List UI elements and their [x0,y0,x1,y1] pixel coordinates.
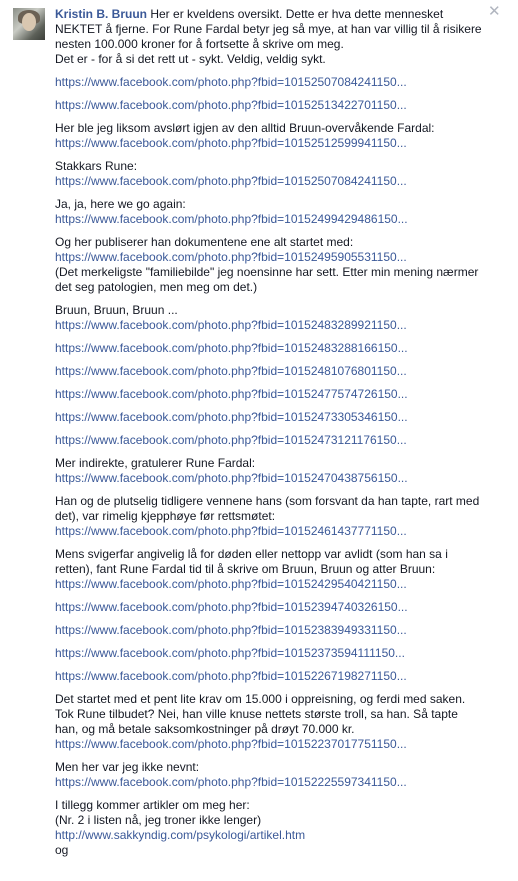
paragraph-text: Mens svigerfar angivelig lå for døden el… [55,547,448,561]
photo-link[interactable]: https://www.facebook.com/photo.php?fbid=… [55,646,495,661]
photo-link[interactable]: https://www.facebook.com/photo.php?fbid=… [55,410,495,425]
paragraph-text: Her ble jeg liksom avslørt igjen av den … [55,121,435,135]
paragraph-text: Og her publiserer han dokumentene ene al… [55,235,354,249]
paragraph-text: Stakkars Rune: [55,159,138,173]
photo-link[interactable]: https://www.facebook.com/photo.php?fbid=… [55,212,495,227]
paragraph-text: det), var rimelig kjepphøye før rettsmøt… [55,509,276,523]
photo-link[interactable]: https://www.facebook.com/photo.php?fbid=… [55,623,495,638]
article-link[interactable]: http://www.sakkyndig.com/psykologi/artik… [55,828,495,843]
photo-link[interactable]: https://www.facebook.com/photo.php?fbid=… [55,577,495,592]
photo-link[interactable]: https://www.facebook.com/photo.php?fbid=… [55,471,495,486]
photo-link[interactable]: https://www.facebook.com/photo.php?fbid=… [55,433,495,448]
avatar-face [22,13,36,31]
intro-paragraph: Kristin B. Bruun Her er kveldens oversik… [55,7,495,67]
intro-first-line: Kristin B. Bruun Her er kveldens oversik… [55,7,495,22]
paragraph-text: Han og de plutselig tidligere vennene ha… [55,494,480,508]
paragraph-text: (Nr. 2 i listen nå, jeg troner ikke leng… [55,813,262,827]
paragraph-text: Bruun, Bruun, Bruun ... [55,303,178,317]
paragraph-text: Men her var jeg ikke nevnt: [55,760,200,774]
photo-link[interactable]: https://www.facebook.com/photo.php?fbid=… [55,387,495,402]
photo-link[interactable]: https://www.facebook.com/photo.php?fbid=… [55,250,495,265]
intro-line: NEKTET å fjerne. For Rune Fardal betyr j… [55,22,482,36]
photo-link[interactable]: https://www.facebook.com/photo.php?fbid=… [55,341,495,356]
paragraph-text: I tillegg kommer artikler om meg her: [55,798,250,812]
comment: ✕ Kristin B. Bruun Her er kveldens overs… [0,0,518,881]
author-name[interactable]: Kristin B. Bruun [55,7,147,21]
paragraph-text: Tok Rune tilbudet? Nei, han ville knuse … [55,707,458,721]
avatar[interactable] [13,8,45,40]
paragraph-text: Det startet med et pent lite krav om 15.… [55,692,466,706]
photo-link[interactable]: https://www.facebook.com/photo.php?fbid=… [55,737,495,752]
intro-text: Her er kveldens oversikt. Dette er hva d… [150,7,444,21]
photo-link[interactable]: https://www.facebook.com/photo.php?fbid=… [55,318,495,333]
photo-link[interactable]: https://www.facebook.com/photo.php?fbid=… [55,75,495,90]
paragraph-text: Ja, ja, here we go again: [55,197,186,211]
photo-link[interactable]: https://www.facebook.com/photo.php?fbid=… [55,600,495,615]
photo-link[interactable]: https://www.facebook.com/photo.php?fbid=… [55,669,495,684]
photo-link[interactable]: https://www.facebook.com/photo.php?fbid=… [55,98,495,113]
photo-link[interactable]: https://www.facebook.com/photo.php?fbid=… [55,136,495,151]
photo-link[interactable]: https://www.facebook.com/photo.php?fbid=… [55,364,495,379]
intro-line: nesten 100.000 kroner for å fortsette å … [55,37,344,51]
paragraph-text: han, og må betale saksomkostninger på dr… [55,722,355,736]
paragraph-text: retten), fant Rune Fardal tid til å skri… [55,562,436,576]
photo-link[interactable]: https://www.facebook.com/photo.php?fbid=… [55,524,495,539]
photo-link[interactable]: https://www.facebook.com/photo.php?fbid=… [55,174,495,189]
intro-line: Det er - for å si det rett ut - sykt. Ve… [55,52,326,66]
photo-link[interactable]: https://www.facebook.com/photo.php?fbid=… [55,775,495,790]
paragraph-text: Mer indirekte, gratulerer Rune Fardal: [55,456,256,470]
comment-body: Kristin B. Bruun Her er kveldens oversik… [55,7,495,858]
paragraph-text: (Det merkeligste "familiebilde" jeg noen… [55,265,479,279]
paragraph-text: og [55,843,69,857]
paragraph-text: det seg patologien, men meg om det.) [55,280,258,294]
